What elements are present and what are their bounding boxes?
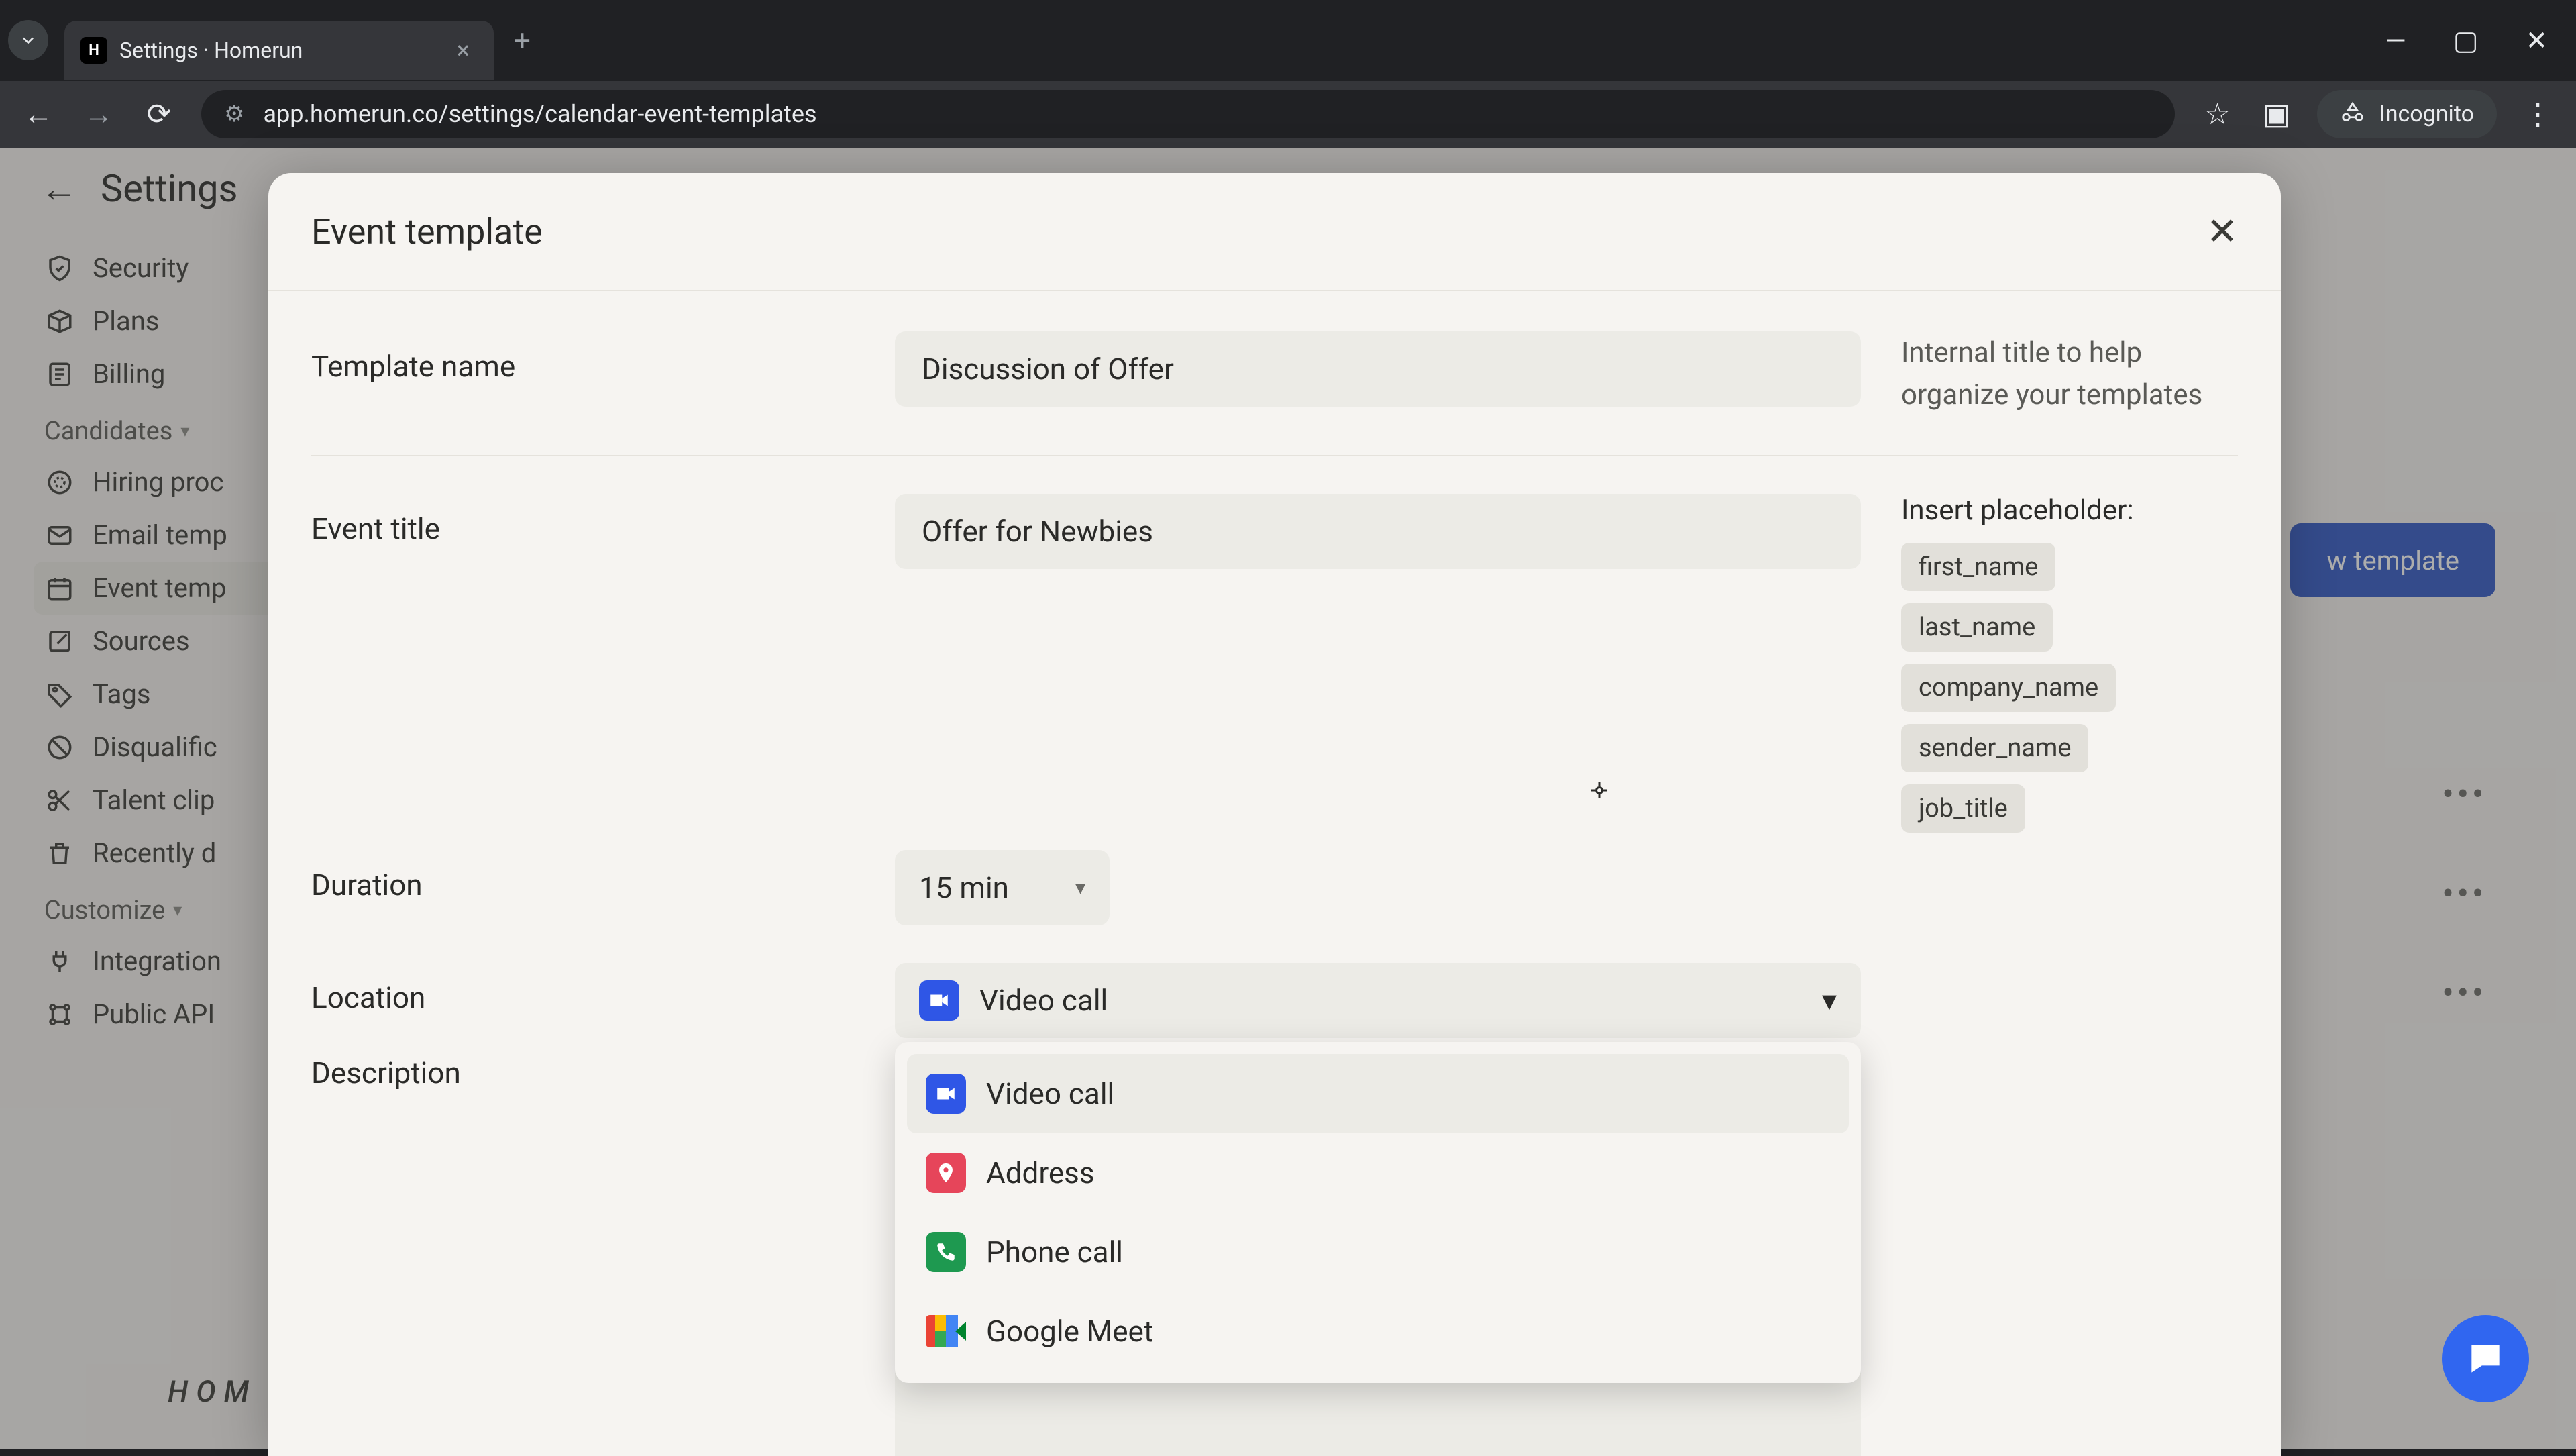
option-label: Address [986, 1155, 1095, 1190]
chat-icon [2465, 1338, 2506, 1380]
modal-title: Event template [311, 211, 543, 252]
bookmark-button[interactable]: ☆ [2199, 96, 2235, 132]
location-option-address[interactable]: Address [907, 1133, 1849, 1212]
google-meet-icon [926, 1311, 966, 1351]
panel-button[interactable]: ▣ [2258, 96, 2294, 132]
event-template-modal: Event template ✕ Template name Internal … [268, 173, 2281, 1456]
template-name-row: Template name Internal title to help org… [311, 331, 2238, 456]
page-root: ← Settings Security Plans Billing Candid… [0, 148, 2576, 1449]
browser-toolbar: ← → ⟳ ⚙ app.homerun.co/settings/calendar… [0, 81, 2576, 148]
placeholder-panel: Insert placeholder: first_name last_name… [1901, 494, 2238, 833]
video-icon [919, 980, 959, 1021]
close-window-button[interactable]: ✕ [2525, 25, 2548, 56]
url-text: app.homerun.co/settings/calendar-event-t… [263, 100, 816, 128]
chevron-down-icon: ▾ [1822, 983, 1837, 1018]
location-label: Location [311, 963, 855, 1015]
placeholder-heading: Insert placeholder: [1901, 494, 2238, 527]
browser-tab-strip: H Settings · Homerun × + — ▢ ✕ [0, 0, 2576, 81]
event-title-label: Event title [311, 494, 855, 546]
event-title-input[interactable] [895, 494, 1861, 569]
tab-close-button[interactable]: × [457, 36, 470, 64]
duration-label: Duration [311, 850, 855, 902]
location-dropdown: Video call Address Phone call [895, 1042, 1861, 1383]
tab-favicon-icon: H [80, 37, 107, 64]
template-name-hint: Internal title to help organize your tem… [1901, 331, 2238, 416]
window-controls: — ▢ ✕ [2385, 25, 2568, 56]
location-option-phone-call[interactable]: Phone call [907, 1212, 1849, 1292]
chat-support-button[interactable] [2442, 1315, 2529, 1402]
phone-icon [926, 1232, 966, 1272]
new-tab-button[interactable]: + [514, 23, 531, 58]
placeholder-chip-last-name[interactable]: last_name [1901, 603, 2053, 652]
template-name-input[interactable] [895, 331, 1861, 407]
location-value: Video call [979, 983, 1108, 1018]
pin-icon [926, 1153, 966, 1193]
event-title-row: Event title Insert placeholder: first_na… [311, 494, 2238, 833]
chevron-down-icon [19, 31, 38, 50]
location-option-google-meet[interactable]: Google Meet [907, 1292, 1849, 1371]
minimize-button[interactable]: — [2385, 25, 2406, 56]
duration-value: 15 min [919, 870, 1009, 905]
placeholder-chip-company-name[interactable]: company_name [1901, 664, 2116, 712]
tab-search-button[interactable] [8, 20, 48, 60]
option-label: Google Meet [986, 1314, 1153, 1349]
modal-header: Event template ✕ [268, 173, 2281, 291]
placeholder-chip-job-title[interactable]: job_title [1901, 784, 2025, 833]
site-settings-icon[interactable]: ⚙ [224, 101, 244, 127]
incognito-icon [2340, 101, 2365, 127]
template-name-label: Template name [311, 331, 855, 384]
duration-select[interactable]: 15 min ▾ [895, 850, 1110, 925]
location-option-video-call[interactable]: Video call [907, 1054, 1849, 1133]
duration-row: Duration 15 min ▾ [311, 850, 2238, 925]
option-label: Video call [986, 1076, 1114, 1111]
incognito-indicator[interactable]: Incognito [2317, 90, 2497, 138]
forward-button[interactable]: → [80, 96, 117, 132]
reload-button[interactable]: ⟳ [141, 96, 177, 132]
browser-tab[interactable]: H Settings · Homerun × [64, 21, 494, 80]
location-select[interactable]: Video call ▾ Video call Address [895, 963, 1861, 1038]
location-row: Location Video call ▾ Video call [311, 963, 2238, 1038]
incognito-label: Incognito [2379, 101, 2474, 127]
description-row: Description [311, 1380, 2238, 1456]
address-bar[interactable]: ⚙ app.homerun.co/settings/calendar-event… [201, 90, 2175, 138]
tab-title: Settings · Homerun [119, 38, 445, 63]
option-label: Phone call [986, 1235, 1123, 1269]
placeholder-chip-sender-name[interactable]: sender_name [1901, 724, 2088, 772]
video-icon [926, 1074, 966, 1114]
modal-close-button[interactable]: ✕ [2206, 209, 2238, 254]
placeholder-chip-first-name[interactable]: first_name [1901, 543, 2055, 591]
browser-menu-button[interactable]: ⋮ [2520, 96, 2556, 132]
back-button[interactable]: ← [20, 96, 56, 132]
chevron-down-icon: ▾ [1075, 876, 1085, 900]
maximize-button[interactable]: ▢ [2453, 25, 2479, 56]
description-label: Description [311, 1038, 855, 1090]
